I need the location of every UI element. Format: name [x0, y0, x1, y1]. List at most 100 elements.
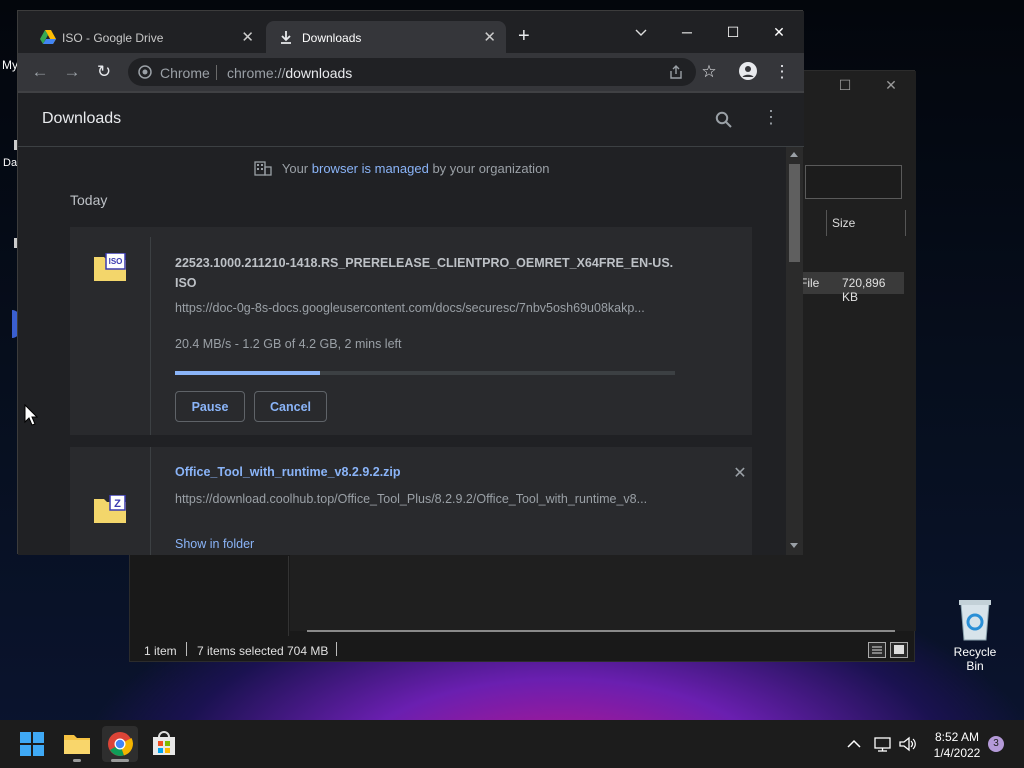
pause-button[interactable]: Pause [175, 391, 245, 422]
card-divider [150, 447, 151, 555]
back-button[interactable]: ← [30, 62, 50, 82]
chrome-icon [108, 732, 133, 756]
date-section-label: Today [70, 192, 108, 208]
status-item-count: 1 item [144, 644, 177, 658]
vertical-dots-icon: ⋮ [762, 107, 780, 127]
tab-title: ISO - Google Drive [62, 31, 164, 45]
chrome-menu-button[interactable]: ⋮ [772, 62, 792, 82]
explorer-maximize-button[interactable]: ☐ [822, 77, 868, 99]
card-gap [70, 435, 752, 447]
tab-downloads[interactable]: Downloads ✕ [266, 21, 506, 53]
scroll-up-arrow-icon[interactable] [790, 152, 798, 157]
explorer-close-button[interactable]: ✕ [868, 77, 914, 99]
tab-close-icon[interactable]: ✕ [483, 28, 496, 46]
close-icon: ✕ [733, 465, 747, 482]
large-icons-view-button[interactable] [890, 642, 908, 658]
download-url: https://download.coolhub.top/Office_Tool… [175, 492, 648, 506]
maximize-button[interactable]: ☐ [710, 17, 756, 47]
managed-link[interactable]: browser is managed [312, 161, 429, 176]
managed-prefix: Your [281, 161, 309, 176]
bookmark-star-button[interactable]: ☆ [699, 62, 719, 82]
network-icon [874, 737, 891, 752]
managed-notice: Your browser is managed by your organiza… [18, 160, 786, 176]
avatar [739, 62, 757, 80]
chevron-up-icon [847, 739, 861, 748]
details-view-button[interactable] [868, 642, 886, 658]
mouse-cursor-icon [24, 404, 38, 426]
scroll-down-arrow-icon[interactable] [790, 543, 798, 548]
windows-start-icon [20, 732, 44, 756]
progress-fill [175, 371, 320, 375]
forward-arrow-icon: → [63, 62, 81, 81]
downloads-menu-button[interactable]: ⋮ [762, 107, 780, 128]
profile-button[interactable] [738, 62, 758, 82]
status-separator [336, 642, 337, 656]
notification-badge[interactable]: 3 [988, 736, 1004, 752]
tab-google-drive[interactable]: ISO - Google Drive ✕ [28, 21, 264, 53]
new-tab-button[interactable]: + [518, 25, 530, 48]
status-selected-size: 704 MB [287, 644, 329, 658]
omnibox-separator [216, 65, 217, 80]
desktop-icon-label-da: Da [3, 157, 18, 169]
start-button[interactable] [14, 726, 50, 762]
explorer-search-field[interactable] [805, 165, 902, 199]
download-item: ISO 22523.1000.211210-1418.RS_PRERELEASE… [70, 227, 752, 435]
running-indicator [73, 759, 81, 762]
volume-button[interactable] [898, 735, 918, 768]
running-indicator [111, 759, 129, 762]
folder-icon [64, 735, 90, 754]
page-title: Downloads [42, 110, 122, 127]
status-selected-count: 7 items selected [197, 644, 284, 658]
clock-time: 8:52 AM [934, 730, 980, 744]
large-icons-view-icon [894, 645, 904, 654]
reload-button[interactable]: ↻ [94, 62, 114, 82]
scrollbar-thumb[interactable] [789, 164, 800, 262]
remove-download-button[interactable]: ✕ [730, 463, 750, 483]
column-size-label: Size [832, 216, 856, 230]
show-hidden-icons-button[interactable] [846, 736, 862, 768]
chrome-site-icon [138, 65, 152, 79]
file-row-size: 720,896 KB [842, 276, 886, 304]
back-arrow-icon: ← [31, 62, 49, 81]
browser-toolbar: ← → ↻ Chrome chrome://downloads ☆ ⋮ [18, 53, 804, 91]
tab-close-icon[interactable]: ✕ [241, 28, 254, 46]
details-view-icon [872, 646, 882, 654]
download-filename: 22523.1000.211210-1418.RS_PRERELEASE_CLI… [175, 256, 674, 290]
recycle-bin-desktop-icon[interactable]: Recycle Bin [944, 598, 1006, 673]
explorer-horizontal-scrollbar[interactable] [307, 630, 895, 632]
chrome-window: ISO - Google Drive ✕ Downloads ✕ + ─ ☐ ✕… [17, 10, 804, 555]
file-row[interactable]: File 720,896 KB [800, 272, 904, 304]
download-filename-link[interactable]: Office_Tool_with_runtime_v8.2.9.2.zip [175, 462, 675, 482]
close-window-button[interactable]: ✕ [756, 17, 802, 47]
tab-search-button[interactable] [618, 17, 664, 47]
taskbar-chrome[interactable] [102, 726, 138, 762]
explorer-status-bar: 1 item 7 items selected 704 MB [129, 638, 915, 662]
taskbar-store[interactable] [146, 726, 182, 762]
site-label: Chrome [160, 65, 210, 81]
download-item: Z Office_Tool_with_runtime_v8.2.9.2.zip … [70, 447, 752, 555]
zip-file-icon: Z [94, 495, 126, 523]
status-separator [186, 642, 187, 656]
taskbar: 8:52 AM 1/4/2022 3 [0, 720, 1024, 768]
downloads-scrollbar[interactable] [786, 147, 803, 555]
minimize-button[interactable]: ─ [664, 17, 710, 47]
tab-strip: ISO - Google Drive ✕ Downloads ✕ + ─ ☐ ✕ [18, 11, 804, 53]
network-button[interactable] [873, 735, 893, 768]
taskbar-file-explorer[interactable] [59, 726, 95, 762]
forward-button[interactable]: → [62, 62, 82, 82]
speaker-icon [899, 736, 916, 752]
column-header-size[interactable]: Size [826, 210, 906, 236]
star-icon: ☆ [701, 62, 717, 81]
taskbar-clock[interactable]: 8:52 AM 1/4/2022 [928, 729, 986, 761]
building-icon [254, 161, 273, 176]
download-icon [281, 31, 291, 44]
card-divider [150, 237, 151, 435]
url-text: chrome://downloads [227, 65, 352, 81]
search-icon[interactable] [715, 111, 733, 129]
address-bar[interactable]: Chrome chrome://downloads [128, 58, 696, 86]
cancel-button[interactable]: Cancel [254, 391, 327, 422]
vertical-dots-icon: ⋮ [773, 62, 791, 81]
share-icon[interactable] [668, 64, 684, 80]
show-in-folder-link[interactable]: Show in folder [175, 537, 254, 551]
iso-file-icon: ISO [94, 253, 126, 281]
